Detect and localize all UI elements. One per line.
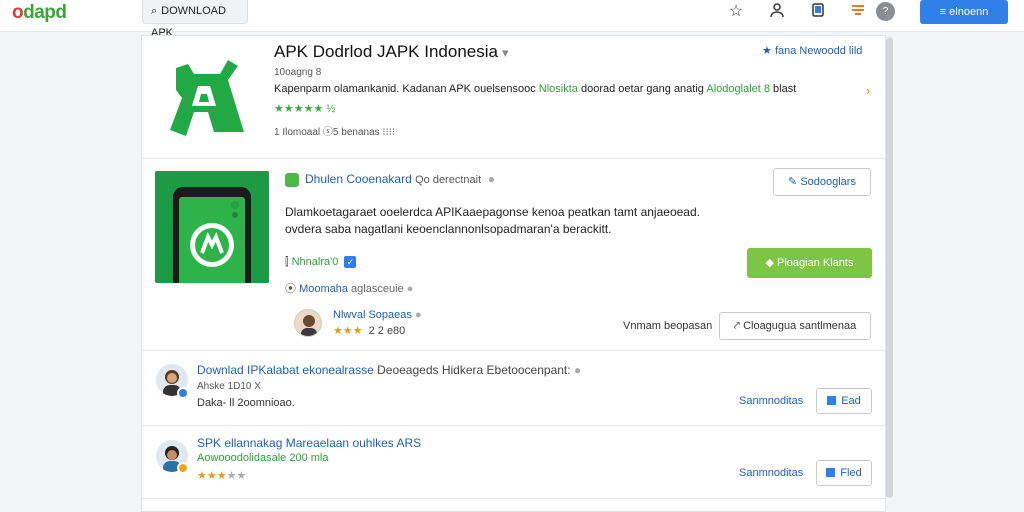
divider xyxy=(142,425,885,426)
site-logo[interactable]: odapd xyxy=(12,2,67,24)
top-bar: odapd ⌕ DOWNLOAD APK ☆ ? ≡ elnoenn xyxy=(0,0,1024,39)
menu-button[interactable]: ≡ elnoenn xyxy=(920,0,1008,24)
search-box[interactable]: ⌕ DOWNLOAD APK xyxy=(142,0,248,39)
upload-green-text: Aowooodolidasale 200 mla xyxy=(197,452,329,464)
upload-subtitle: Ahske 1D10 X xyxy=(197,381,261,392)
edit-button[interactable]: ✎ Sodooglars xyxy=(773,168,871,196)
scrollbar[interactable] xyxy=(886,36,893,498)
search-icon: ⌕ xyxy=(151,5,158,17)
upload-title[interactable]: Downlad IPKalabat ekonealrasse Deoeageds… xyxy=(197,363,581,377)
stat-category: ⦿ Moomaha aglasceuie ● xyxy=(285,283,414,295)
user-icon[interactable] xyxy=(767,2,787,22)
review-label: Vnmam beopasan xyxy=(623,320,713,332)
scrollbar-thumb[interactable] xyxy=(886,38,893,498)
bars-icon: ⫿ xyxy=(285,256,289,268)
upload-meta: Daka- ll 2oomnioao. xyxy=(197,397,295,409)
divider xyxy=(142,158,885,159)
avatar[interactable]: ? xyxy=(876,2,895,21)
square-icon xyxy=(827,396,837,405)
add-button[interactable]: Fled xyxy=(816,460,872,486)
square-icon xyxy=(826,468,836,477)
pencil-icon: ✎ xyxy=(788,176,798,188)
divider xyxy=(142,498,885,499)
card-body-text: Dlamkoetagaraet ooelerdca APIKaaepagonse… xyxy=(285,205,700,236)
star-icon: ★ xyxy=(762,45,772,57)
info-icon: ● xyxy=(406,283,414,295)
star-icon[interactable]: ☆ xyxy=(726,2,746,22)
stat-downloads: ⫿ Nhnalra'0 ✓ xyxy=(285,256,357,269)
app-description: Kapenparm olamankanid. Kadanan APK ouels… xyxy=(274,83,797,95)
install-button[interactable]: ◆ Ploagian Klants xyxy=(747,248,872,278)
badge-icon xyxy=(177,462,189,474)
verified-badge-icon xyxy=(177,387,189,399)
info-icon: ● xyxy=(573,363,582,377)
app-badge-icon xyxy=(285,172,299,187)
check-icon: ✓ xyxy=(344,256,357,268)
recommend-link[interactable]: Sanmnoditas xyxy=(739,467,803,479)
app-screenshot xyxy=(155,171,269,283)
info-icon: ● xyxy=(414,309,422,321)
app-logo-icon xyxy=(158,50,250,142)
link-icon: ⤤ xyxy=(733,320,740,332)
reviewer-rating: ★★★ 2 2 e80 xyxy=(333,325,406,337)
page-title: APK Dodrlod JAPK Indonesia ▾ xyxy=(274,42,509,61)
search-text: DOWNLOAD APK xyxy=(151,5,226,39)
reviewer-name[interactable]: Nlwval Sopaeas ● xyxy=(333,309,422,321)
share-button[interactable]: ⤤ Cloagugua santlmenaa xyxy=(719,312,871,340)
upload-rating: ★★★★★ xyxy=(197,470,247,482)
follow-link[interactable]: ★ fana Newoodd lild xyxy=(762,44,862,57)
tablet-icon[interactable] xyxy=(808,2,828,22)
rating-stars: ★★★★★ ½ xyxy=(274,103,336,115)
pin-icon: ⦿ xyxy=(285,283,296,295)
recommend-link[interactable]: Sanmnoditas xyxy=(739,395,803,407)
tag-icon: ◆ xyxy=(765,257,774,269)
avatar[interactable] xyxy=(294,309,322,337)
app-meta: 1 Ilomoaal ⓢ5 benanas ⁝⁝⁝⁝ xyxy=(274,127,396,138)
upload-title[interactable]: SPK ellannakag Mareaelaan ouhlkes ARS xyxy=(197,436,421,450)
add-button[interactable]: Ead xyxy=(816,388,872,414)
info-icon: ● xyxy=(487,172,496,186)
app-name-row[interactable]: Dhulen Cooenakard Qo derectnait ● xyxy=(285,172,495,187)
app-subtitle: 10oagng 8 xyxy=(274,67,322,78)
chevron-right-icon[interactable]: › xyxy=(858,81,878,101)
divider xyxy=(142,350,885,351)
flag-icon[interactable] xyxy=(848,2,868,22)
chevron-down-icon[interactable]: ▾ xyxy=(502,45,509,60)
